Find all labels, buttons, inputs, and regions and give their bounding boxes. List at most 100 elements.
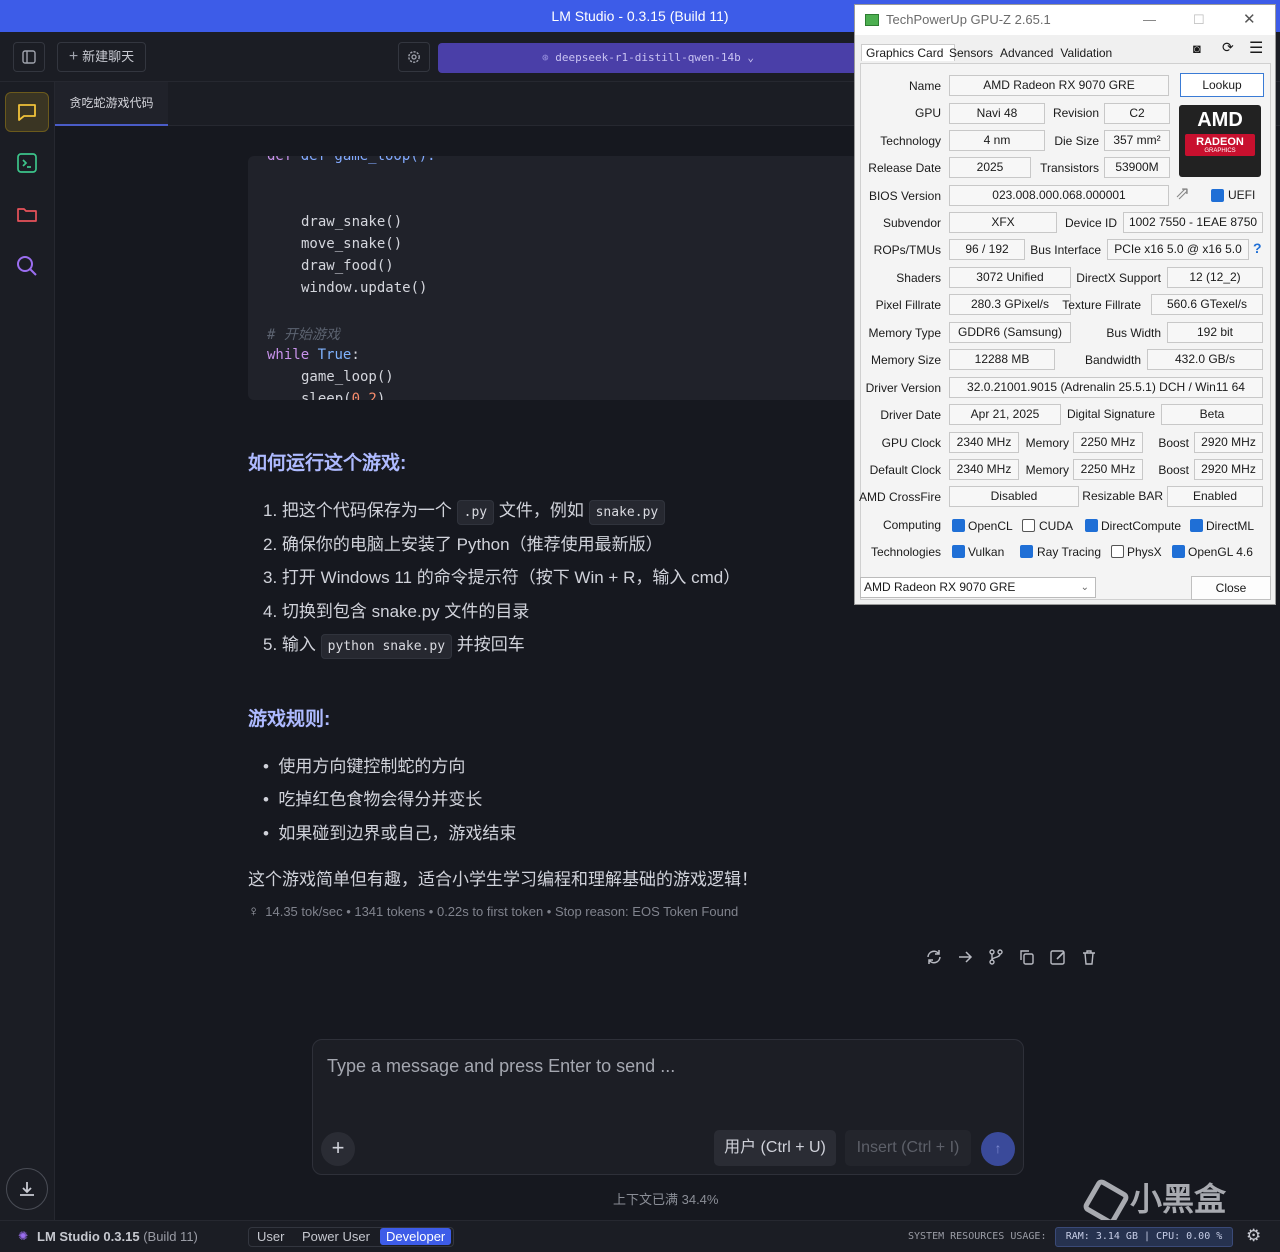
- code-line: game_loop(): [301, 369, 394, 385]
- gear-icon[interactable]: ⚙: [1246, 1226, 1261, 1246]
- sidebar-item-developer[interactable]: [5, 143, 49, 183]
- list-item: 3. 打开 Windows 11 的命令提示符（按下 Win + R，输入 cm…: [263, 568, 741, 587]
- message-input[interactable]: Type a message and press Enter to send .…: [327, 1056, 675, 1077]
- label-rops-tmus: ROPs/TMUs: [873, 243, 941, 257]
- branch-icon[interactable]: [987, 948, 1005, 966]
- continue-icon[interactable]: [956, 948, 974, 966]
- gpu-clock-value: 2340 MHz: [949, 432, 1019, 453]
- camera-icon[interactable]: ◙: [1193, 41, 1201, 56]
- copy-icon[interactable]: [1018, 948, 1036, 966]
- mode-power-user[interactable]: Power User: [302, 1229, 370, 1244]
- send-button[interactable]: ↑: [981, 1132, 1015, 1166]
- tab-sensors[interactable]: Sensors: [949, 46, 993, 60]
- attach-button[interactable]: +: [321, 1132, 355, 1166]
- section-heading: 如何运行这个游戏:: [248, 453, 407, 474]
- model-selector[interactable]: ⊛ deepseek-r1-distill-qwen-14b ⌄: [438, 43, 858, 73]
- rops-tmus-value: 96 / 192: [949, 239, 1025, 260]
- gpuz-title: TechPowerUp GPU-Z 2.65.1: [886, 12, 1051, 27]
- code-line: move_snake(): [301, 236, 403, 252]
- mode-user[interactable]: User: [257, 1229, 284, 1244]
- label-transistors: Transistors: [1040, 161, 1099, 175]
- refresh-icon[interactable]: ⟳: [1222, 39, 1234, 56]
- die-size-value: 357 mm²: [1104, 130, 1170, 151]
- close-icon[interactable]: ✕: [1243, 5, 1256, 35]
- directml-label: DirectML: [1206, 519, 1255, 533]
- digital-signature-value: Beta: [1161, 404, 1263, 425]
- list-item: 4. 切换到包含 snake.py 文件的目录: [263, 602, 530, 621]
- cuda-checkbox: [1022, 519, 1035, 532]
- raytracing-checkbox: [1020, 545, 1033, 558]
- sidebar-item-search[interactable]: [5, 246, 49, 286]
- label-gpu-clock: GPU Clock: [881, 436, 941, 450]
- gpuz-titlebar: TechPowerUp GPU-Z 2.65.1 — ☐ ✕: [855, 5, 1275, 35]
- code-line: def def game_loop():: [267, 156, 436, 164]
- menu-icon[interactable]: ☰: [1249, 38, 1263, 58]
- share-icon[interactable]: ⇗: [1175, 183, 1190, 204]
- help-icon[interactable]: ?: [1253, 240, 1262, 256]
- settings-button[interactable]: [398, 42, 430, 72]
- label-technology: Technology: [880, 134, 941, 148]
- close-button[interactable]: Close: [1191, 576, 1271, 600]
- label-default-clock: Default Clock: [869, 463, 941, 477]
- list-item: 1. 把这个代码保存为一个 .py 文件，例如 snake.py: [263, 496, 666, 525]
- label-crossfire: AMD CrossFire: [858, 490, 941, 504]
- maximize-icon[interactable]: ☐: [1193, 5, 1205, 35]
- gpuz-tabs: Graphics Card: [861, 44, 956, 61]
- bus-width-value: 192 bit: [1167, 322, 1263, 343]
- label-memory-clock: Memory: [1025, 436, 1069, 450]
- resources-badge[interactable]: RAM: 3.14 GB | CPU: 0.00 %: [1055, 1227, 1233, 1247]
- label-bus-width: Bus Width: [1106, 326, 1161, 340]
- mode-developer[interactable]: Developer: [380, 1228, 452, 1245]
- uefi-checkbox: [1211, 189, 1224, 202]
- transistors-value: 53900M: [1104, 157, 1170, 178]
- label-pixel-fillrate: Pixel Fillrate: [875, 298, 941, 312]
- label-revision: Revision: [1052, 106, 1099, 120]
- physx-checkbox: [1111, 545, 1124, 558]
- message-input-box[interactable]: Type a message and press Enter to send .…: [312, 1039, 1024, 1175]
- inline-code: .py: [456, 500, 495, 525]
- layout-icon: [22, 50, 36, 64]
- insert-button[interactable]: Insert (Ctrl + I): [845, 1130, 971, 1166]
- label-boost: Boost: [1158, 436, 1189, 450]
- label-technologies: Technologies: [870, 545, 941, 559]
- tab-chat[interactable]: 贪吃蛇游戏代码: [55, 82, 168, 126]
- default-clock-value: 2340 MHz: [949, 459, 1019, 480]
- minimize-icon[interactable]: —: [1143, 5, 1156, 35]
- regenerate-icon[interactable]: [925, 948, 943, 966]
- delete-icon[interactable]: [1080, 948, 1098, 966]
- boost-clock-value: 2920 MHz: [1194, 432, 1263, 453]
- code-comment: # 开始游戏: [267, 327, 340, 343]
- subvendor-value: XFX: [949, 212, 1057, 233]
- search-icon: [17, 256, 37, 276]
- opencl-label: OpenCL: [968, 519, 1013, 533]
- gpuz-tabs-rest: Sensors Advanced Validation: [949, 46, 1119, 60]
- vulkan-checkbox: [952, 545, 965, 558]
- label-directx: DirectX Support: [1076, 271, 1161, 285]
- gpuz-app-icon: [865, 14, 879, 26]
- chat-icon: [18, 104, 36, 121]
- folder-icon: [17, 208, 37, 222]
- tab-graphics-card[interactable]: Graphics Card: [866, 46, 943, 60]
- download-button[interactable]: [6, 1168, 48, 1210]
- chevron-down-icon: ⌄: [740, 51, 754, 64]
- tab-validation[interactable]: Validation: [1060, 46, 1112, 60]
- label-computing: Computing: [882, 518, 941, 532]
- gpu-select-dropdown[interactable]: AMD Radeon RX 9070 GRE ⌄: [860, 577, 1096, 598]
- uefi-label: UEFI: [1228, 188, 1256, 202]
- label-driver-date: Driver Date: [880, 408, 941, 422]
- lookup-button[interactable]: Lookup: [1180, 73, 1264, 97]
- opengl-label: OpenGL 4.6: [1188, 545, 1253, 559]
- shaders-value: 3072 Unified: [949, 267, 1071, 288]
- tab-advanced[interactable]: Advanced: [1000, 46, 1053, 60]
- sidebar-item-chat[interactable]: [5, 92, 49, 132]
- code-line: window.update(): [301, 280, 428, 296]
- user-role-button[interactable]: 用户 (Ctrl + U): [714, 1130, 836, 1166]
- new-chat-button[interactable]: + 新建聊天: [57, 42, 146, 72]
- opengl-checkbox: [1172, 545, 1185, 558]
- sidebar-toggle-button[interactable]: [13, 42, 45, 72]
- edit-icon[interactable]: [1049, 948, 1067, 966]
- model-icon: ⊛: [542, 51, 556, 64]
- chevron-down-icon: ⌄: [1080, 582, 1089, 593]
- sidebar-item-models[interactable]: [5, 194, 49, 234]
- list-item: • 如果碰到边界或自己，游戏结束: [263, 824, 517, 843]
